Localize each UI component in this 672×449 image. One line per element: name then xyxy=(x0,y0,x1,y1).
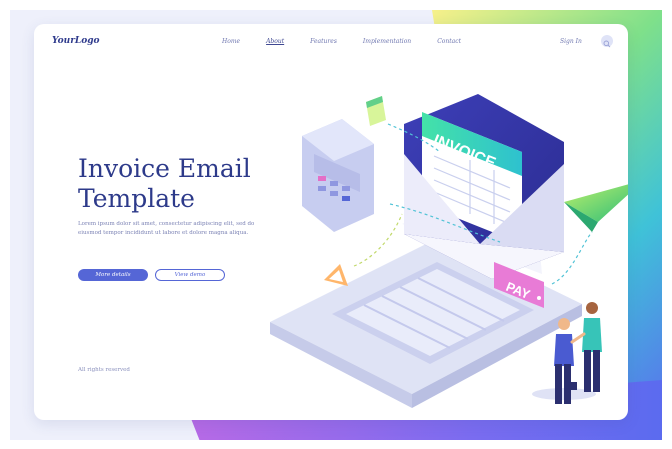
nav-item-about[interactable]: About xyxy=(266,38,284,45)
hero-description: Lorem ipsum dolor sit amet, consectetur … xyxy=(78,221,255,236)
nav-item-implementation[interactable]: Implementation xyxy=(363,38,411,45)
ruler-icon xyxy=(324,264,348,286)
nav-item-contact[interactable]: Contact xyxy=(437,38,461,45)
landing-card: YourLogo Home About Features Implementat… xyxy=(34,24,628,420)
view-demo-button[interactable]: View demo xyxy=(155,269,225,281)
more-details-button[interactable]: More details xyxy=(78,269,148,281)
invoice-illustration: INVOICE PAY xyxy=(270,94,628,408)
title-line-1: Invoice Email xyxy=(78,154,251,183)
search-button[interactable] xyxy=(601,35,613,48)
logo[interactable]: YourLogo xyxy=(52,36,100,46)
paper-plane-icon xyxy=(564,184,628,232)
footer-text: All rights reserved xyxy=(78,367,130,373)
sign-in-link[interactable]: Sign In xyxy=(560,38,582,45)
search-icon xyxy=(603,40,611,48)
top-nav: Home About Features Implementation Conta… xyxy=(222,38,487,45)
calculator-icon xyxy=(302,119,374,232)
nav-item-features[interactable]: Features xyxy=(310,38,337,45)
nav-item-home[interactable]: Home xyxy=(222,38,240,45)
calendar-icon xyxy=(366,96,386,126)
title-line-2: Template xyxy=(78,184,195,213)
